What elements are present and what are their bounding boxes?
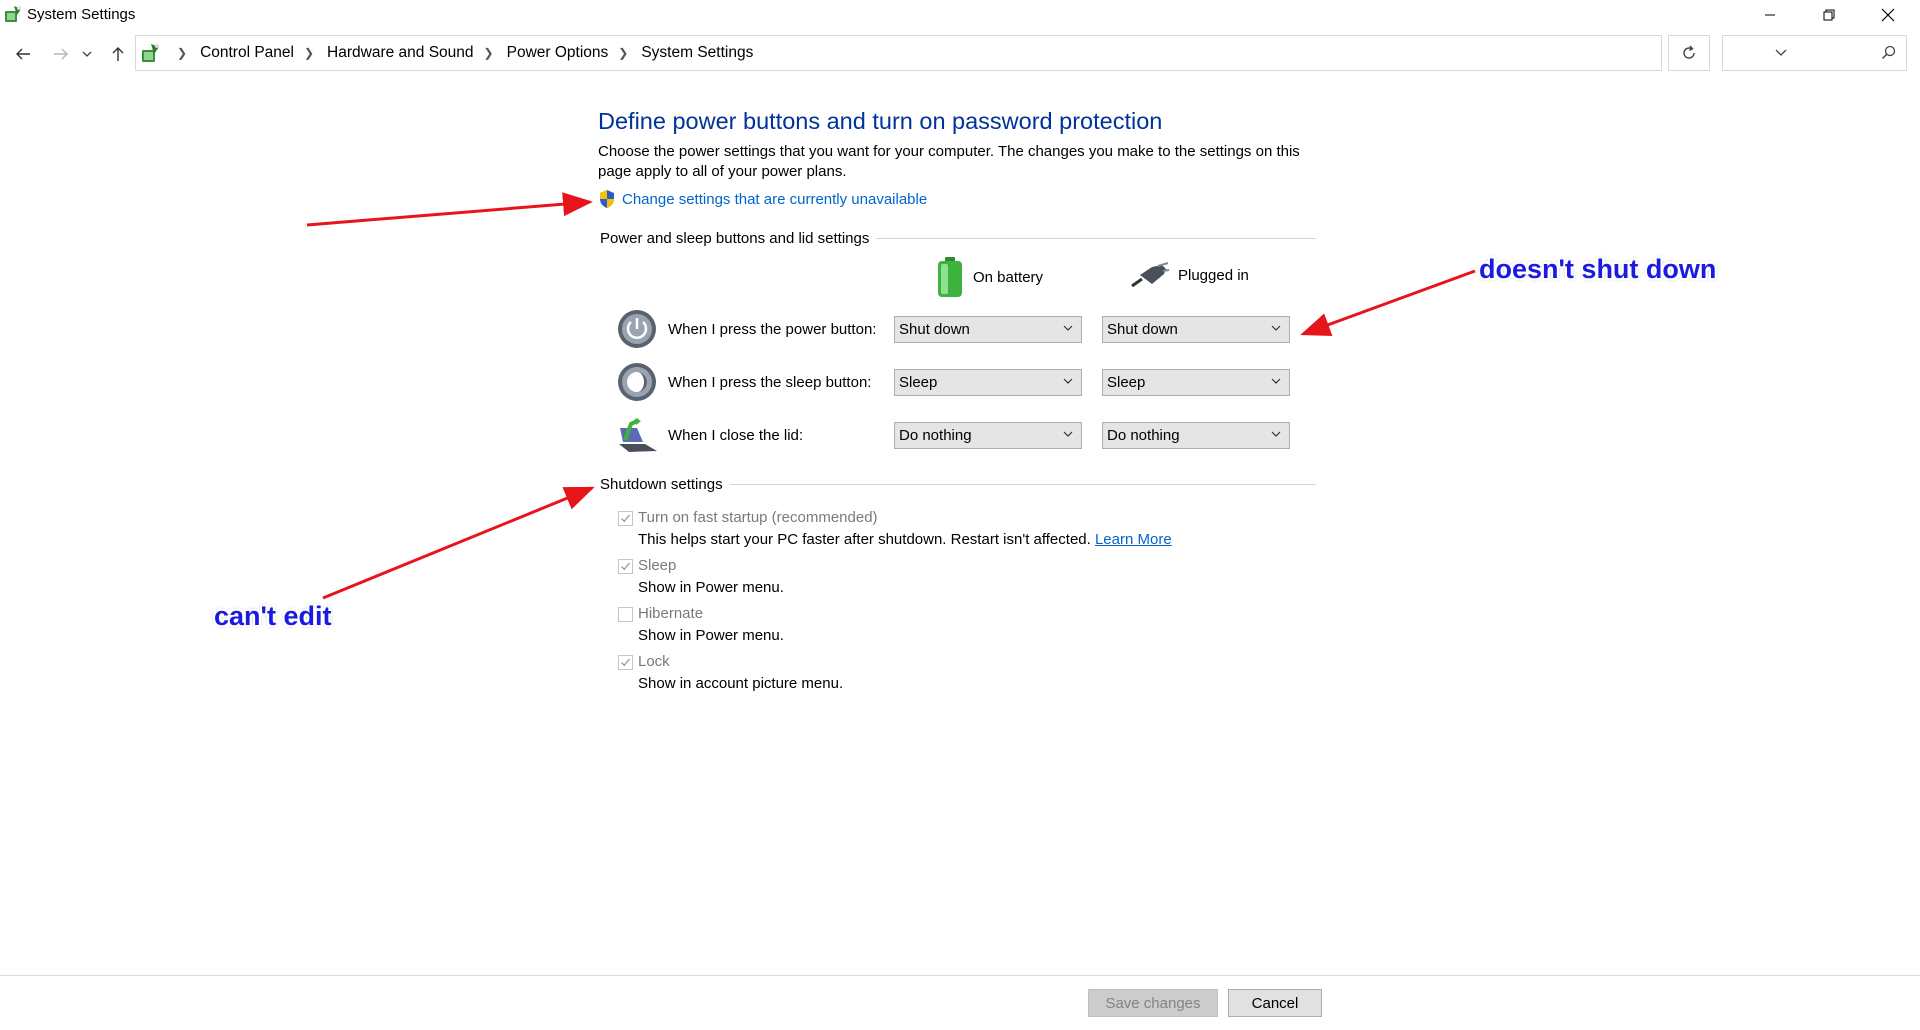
sleep-option-description: Show in Power menu. (638, 579, 784, 596)
breadcrumb-power-options[interactable]: Power Options (503, 44, 613, 62)
chevron-down-icon (1063, 378, 1073, 384)
window-title: System Settings (27, 6, 136, 23)
laptop-lid-icon (619, 418, 657, 452)
power-options-location-icon (142, 44, 159, 62)
chevron-right-icon[interactable]: ❯ (478, 46, 503, 60)
chevron-down-icon (1271, 378, 1281, 384)
up-button[interactable] (104, 41, 132, 67)
hibernate-option-description: Show in Power menu. (638, 627, 784, 644)
arrow-right-icon (54, 48, 68, 60)
select-value: Shut down (1107, 321, 1178, 338)
uac-shield-icon (600, 190, 614, 208)
change-unavailable-settings-link[interactable]: Change settings that are currently unava… (598, 189, 927, 209)
breadcrumb-system-settings[interactable]: System Settings (637, 44, 757, 62)
on-battery-label: On battery (973, 268, 1044, 286)
back-button[interactable] (9, 41, 37, 67)
annotation-arrow (306, 192, 593, 227)
hibernate-checkbox[interactable] (618, 607, 633, 622)
select-value: Shut down (899, 321, 970, 338)
close-icon (1881, 8, 1895, 22)
plugged-in-label: Plugged in (1178, 266, 1249, 284)
sleep-option-label: Sleep (638, 557, 677, 574)
page-title: Define power buttons and turn on passwor… (598, 108, 1163, 134)
arrow-up-icon (112, 47, 124, 61)
learn-more-link[interactable]: Learn More (1095, 531, 1172, 548)
power-button-label: When I press the power button: (668, 321, 877, 338)
navigation-bar: ❯ Control Panel ❯ Hardware and Sound ❯ P… (0, 33, 1920, 75)
power-options-app-icon (5, 6, 21, 22)
close-lid-label: When I close the lid: (668, 427, 804, 444)
address-bar[interactable]: ❯ Control Panel ❯ Hardware and Sound ❯ P… (135, 35, 1787, 71)
power-button-icon (618, 310, 656, 348)
plugged-in-column-header: Plugged in (1130, 262, 1249, 288)
fast-startup-checkbox[interactable] (618, 511, 633, 526)
fast-startup-description: This helps start your PC faster after sh… (638, 531, 1172, 548)
refresh-button[interactable] (1668, 35, 1710, 71)
fast-startup-description-text: This helps start your PC faster after sh… (638, 531, 1091, 548)
annotation-arrow (322, 486, 595, 600)
restore-button[interactable] (1800, 0, 1858, 30)
chevron-down-icon (1271, 431, 1281, 437)
recent-locations-button[interactable] (78, 41, 96, 67)
shutdown-section-title: Shutdown settings (600, 476, 723, 493)
close-button[interactable] (1859, 0, 1917, 30)
breadcrumb: ❯ Control Panel ❯ Hardware and Sound ❯ P… (171, 36, 757, 70)
checkmark-icon (621, 562, 631, 571)
on-battery-column-header: On battery (935, 256, 1043, 298)
arrow-left-icon (16, 48, 30, 60)
title-bar: System Settings (0, 0, 1920, 30)
checkmark-icon (621, 514, 631, 523)
search-box[interactable] (1722, 35, 1907, 71)
refresh-icon (1683, 45, 1695, 59)
power-section-title: Power and sleep buttons and lid settings (600, 230, 870, 247)
footer-divider (0, 975, 1920, 976)
chevron-right-icon[interactable]: ❯ (612, 46, 637, 60)
annotation-arrow (1300, 269, 1476, 336)
save-changes-button[interactable]: Save changes (1088, 989, 1218, 1017)
forward-button[interactable] (47, 41, 75, 67)
chevron-right-icon[interactable]: ❯ (298, 46, 323, 60)
select-value: Do nothing (1107, 427, 1180, 444)
sleep-button-icon (618, 363, 656, 401)
power-plug-icon (1131, 262, 1170, 288)
chevron-down-icon (82, 51, 92, 57)
lock-option-label: Lock (638, 653, 670, 670)
change-unavailable-settings-text[interactable]: Change settings that are currently unava… (622, 191, 927, 208)
close-lid-plugged-in-select[interactable]: Do nothing (1102, 422, 1290, 449)
search-input[interactable] (1731, 44, 1875, 62)
close-lid-on-battery-select[interactable]: Do nothing (894, 422, 1082, 449)
sleep-button-on-battery-select[interactable]: Sleep (894, 369, 1082, 396)
checkmark-icon (621, 658, 631, 667)
restore-icon (1823, 9, 1835, 21)
power-button-plugged-in-select[interactable]: Shut down (1102, 316, 1290, 343)
page-description: Choose the power settings that you want … (598, 143, 1300, 180)
power-button-on-battery-select[interactable]: Shut down (894, 316, 1082, 343)
breadcrumb-control-panel[interactable]: Control Panel (196, 44, 298, 62)
lock-option-description: Show in account picture menu. (638, 675, 844, 692)
sleep-button-plugged-in-select[interactable]: Sleep (1102, 369, 1290, 396)
annotation-cant-edit: can't edit (214, 601, 332, 631)
breadcrumb-hardware-and-sound[interactable]: Hardware and Sound (323, 44, 478, 62)
sleep-button-label: When I press the sleep button: (668, 374, 872, 391)
minimize-icon (1765, 14, 1775, 16)
chevron-down-icon (1271, 325, 1281, 331)
cancel-button[interactable]: Cancel (1228, 989, 1322, 1017)
chevron-down-icon (1063, 431, 1073, 437)
chevron-down-icon (1063, 325, 1073, 331)
lock-checkbox[interactable] (618, 655, 633, 670)
section-divider (730, 484, 1316, 485)
fast-startup-label: Turn on fast startup (recommended) (638, 509, 878, 526)
section-divider (876, 238, 1316, 239)
minimize-button[interactable] (1741, 0, 1799, 30)
battery-icon (938, 257, 962, 297)
select-value: Sleep (1107, 374, 1146, 391)
sleep-checkbox[interactable] (618, 559, 633, 574)
annotation-doesnt-shut-down: doesn't shut down (1479, 254, 1717, 284)
search-icon[interactable] (1881, 45, 1896, 60)
select-value: Do nothing (899, 427, 972, 444)
select-value: Sleep (899, 374, 938, 391)
hibernate-option-label: Hibernate (638, 605, 704, 622)
chevron-right-icon[interactable]: ❯ (171, 46, 196, 60)
